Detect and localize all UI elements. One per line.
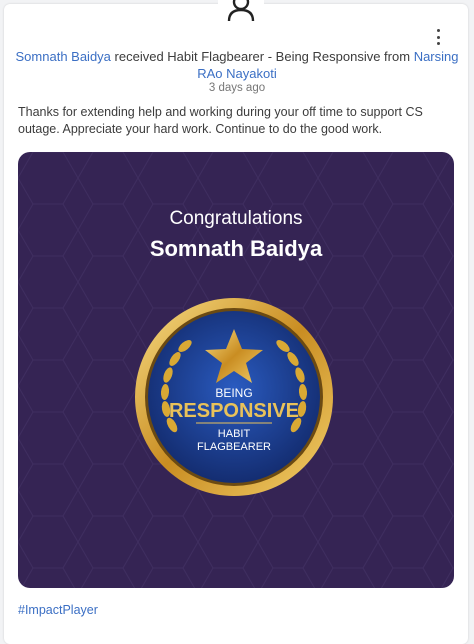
post-message: Thanks for extending help and working du… — [18, 105, 423, 136]
received-text: received Habit Flagbearer - Being Respon… — [110, 49, 414, 64]
post-timestamp: 3 days ago — [208, 82, 266, 94]
banner-heading: Congratulations — [169, 208, 303, 229]
user-icon — [227, 0, 255, 22]
badge-line1: BEING — [215, 386, 252, 400]
congratulations-banner: Congratulations Somnath Baidya BEING RES… — [18, 152, 454, 588]
badge-line3: HABIT — [218, 428, 251, 440]
post-headline: Somnath Baidya received Habit Flagbearer… — [14, 48, 460, 82]
banner-recipient-name: Somnath Baidya — [149, 236, 323, 261]
more-options-icon[interactable] — [434, 29, 442, 45]
user-avatar[interactable] — [218, 0, 264, 32]
recipient-link[interactable]: Somnath Baidya — [16, 49, 111, 64]
hashtag-link[interactable]: #ImpactPlayer — [18, 603, 98, 617]
badge-line2: RESPONSIVE — [169, 400, 299, 422]
being-responsive-badge: BEING RESPONSIVE HABIT FLAGBEARER — [135, 298, 333, 496]
badge-line4: FLAGBEARER — [197, 441, 271, 453]
